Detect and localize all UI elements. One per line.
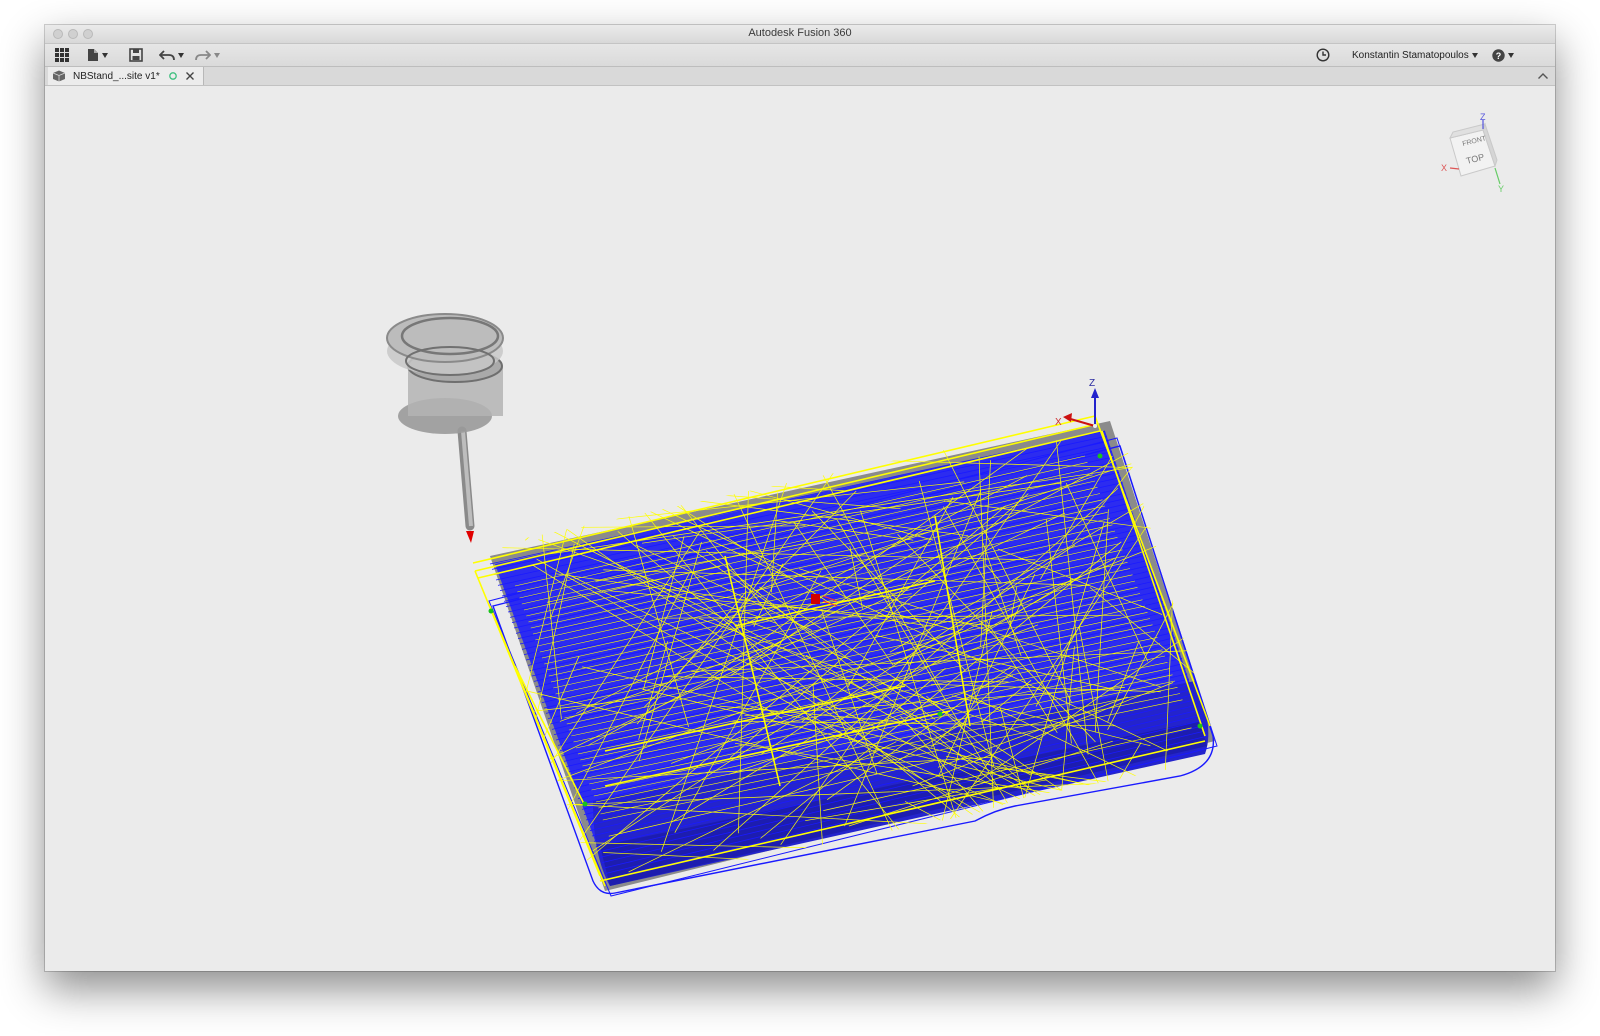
document-tab-bar: NBStand_...site v1* <box>45 67 1555 86</box>
clock-icon <box>1316 48 1330 62</box>
component-icon <box>52 70 66 82</box>
app-window: Autodesk Fusion 360 Konstantin Stamatopo… <box>45 25 1555 971</box>
file-icon <box>88 49 98 61</box>
cut-move <box>495 445 778 496</box>
title-bar: Autodesk Fusion 360 <box>45 25 1555 44</box>
redo-button[interactable] <box>195 46 220 64</box>
help-button[interactable]: ? <box>1492 46 1514 64</box>
viewcube[interactable]: FRONT TOP Z X Y <box>1441 112 1504 194</box>
file-menu-button[interactable] <box>87 46 108 64</box>
save-button[interactable] <box>129 46 143 64</box>
document-tab[interactable]: NBStand_...site v1* <box>48 67 204 85</box>
save-icon <box>129 48 143 62</box>
canvas-viewport[interactable]: Z X FRONT TOP Z X Y <box>45 86 1555 971</box>
user-name: Konstantin Stamatopoulos <box>1352 49 1469 61</box>
cut-move <box>1034 801 1078 873</box>
cut-move <box>551 440 556 485</box>
cut-move <box>1122 836 1124 845</box>
chevron-up-icon[interactable] <box>1537 71 1549 81</box>
document-tab-label: NBStand_...site v1* <box>73 70 160 82</box>
grid-icon <box>55 48 69 62</box>
viewcube-y-label: Y <box>1498 184 1504 194</box>
user-menu-button[interactable]: Konstantin Stamatopoulos <box>1352 46 1478 64</box>
tool-assembly[interactable] <box>386 313 504 543</box>
help-icon: ? <box>1492 48 1505 62</box>
model-canvas[interactable]: Z X FRONT TOP Z X Y <box>45 86 1555 971</box>
chevron-down-icon <box>178 52 184 58</box>
quick-access-toolbar: Konstantin Stamatopoulos ? <box>45 44 1555 67</box>
cut-move <box>542 471 847 492</box>
undo-button[interactable] <box>159 46 184 64</box>
cut-move <box>524 446 635 541</box>
triad-z-label: Z <box>1089 378 1095 389</box>
cut-move <box>1181 452 1202 567</box>
wcs-origin-triad: Z X <box>1055 378 1099 428</box>
data-panel-button[interactable] <box>55 46 69 64</box>
viewcube-z-label: Z <box>1480 112 1486 122</box>
cut-move <box>1012 833 1096 882</box>
close-icon[interactable] <box>185 71 195 81</box>
tool-tip <box>466 531 474 543</box>
redo-icon <box>195 50 211 61</box>
chevron-down-icon <box>214 52 220 58</box>
triad-x-label: X <box>1055 417 1062 428</box>
chevron-down-icon <box>102 52 108 58</box>
svg-text:?: ? <box>1496 51 1502 61</box>
viewcube-x-label: X <box>1441 163 1447 173</box>
job-status-button[interactable] <box>1316 46 1330 64</box>
chevron-down-icon <box>1471 52 1478 58</box>
chevron-down-icon <box>1508 52 1514 58</box>
cut-move <box>1121 823 1200 866</box>
window-title: Autodesk Fusion 360 <box>748 27 852 39</box>
undo-icon <box>159 50 175 61</box>
circle-icon <box>168 72 177 80</box>
